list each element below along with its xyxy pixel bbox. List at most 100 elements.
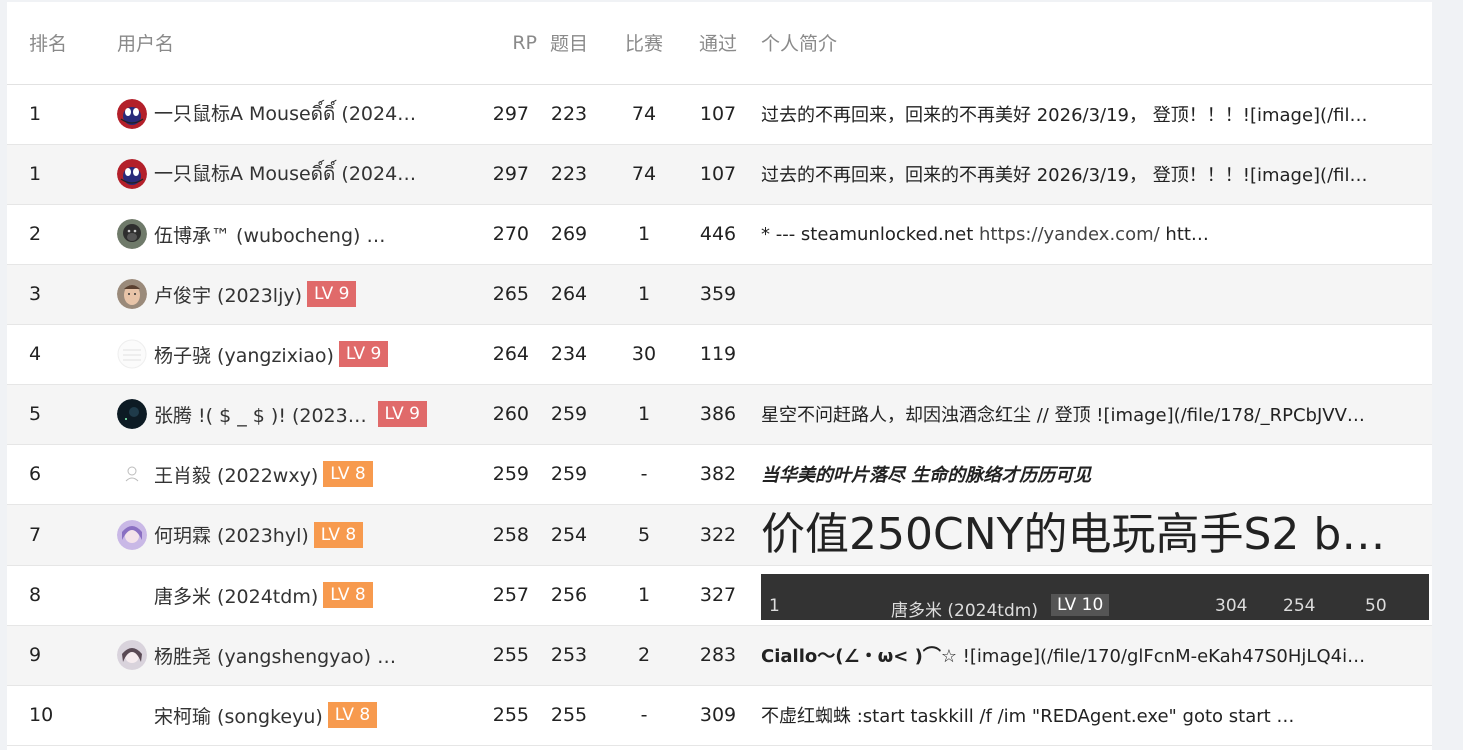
username-link[interactable]: 唐多米 (2024tdm): [154, 582, 318, 609]
bio-text: 星空不问赶路人，却因浊酒念红尘 // 登顶 ![image](/file/178…: [761, 405, 1365, 426]
bio-text: 价值250CNY的电玩高手S2 b…: [761, 508, 1386, 560]
table-row: 2 伍博承™ (wubocheng) … 270 269 1 446 * ---…: [7, 204, 1432, 264]
passed-cell: 283: [699, 644, 737, 666]
face-avatar[interactable]: [117, 279, 147, 309]
passed-cell: 107: [699, 163, 737, 185]
table-body: 1 一只鼠标A Mouseดิ์ดิ์ (2024… 297 223 74 10…: [7, 84, 1432, 745]
passed-cell: 327: [699, 584, 737, 606]
rp-cell: 260: [492, 403, 529, 425]
contests-cell: 1: [637, 403, 651, 425]
ranking-panel: 排名 用户名 RP 题目 比赛 通过 个人简介 1 一只鼠标A Mouseดิ์…: [7, 2, 1432, 750]
header-problems[interactable]: 题目: [537, 2, 601, 85]
contests-cell: -: [640, 704, 648, 726]
problems-cell: 264: [550, 283, 588, 305]
contests-cell: 1: [637, 283, 651, 305]
table-row: 8 唐多米 (2024tdm) LV 8 257 256 1 327 1 唐多米…: [7, 565, 1432, 625]
username-link[interactable]: 宋柯瑜 (songkeyu): [154, 702, 323, 729]
bio-text-part: ![image](/file/170/glFcnM-eKah47S0HjLQ4i…: [956, 646, 1366, 667]
contests-cell: 74: [631, 103, 657, 125]
spiderman-avatar[interactable]: [117, 99, 147, 129]
table-row: 1 一只鼠标A Mouseดิ์ดิ์ (2024… 297 223 74 10…: [7, 144, 1432, 204]
username-link[interactable]: 张腾 !( $ _ $ )! (2023zt): [154, 401, 373, 428]
passed-cell: 446: [699, 223, 737, 245]
rp-cell: 297: [492, 163, 529, 185]
username-link[interactable]: 一只鼠标A Mouseดิ์ดิ์ (2024…: [154, 99, 416, 129]
bio-embedded-image: 1 唐多米 (2024tdm) LV 10 304 254 50: [761, 573, 1429, 621]
contests-cell: 30: [631, 343, 657, 365]
blank-avatar[interactable]: [117, 339, 147, 369]
passed-cell: 309: [699, 704, 737, 726]
rank-cell: 3: [29, 283, 42, 305]
sketch-avatar[interactable]: [117, 459, 147, 489]
passed-cell: 359: [699, 283, 737, 305]
rank-cell: 5: [29, 403, 42, 425]
contests-cell: 1: [637, 223, 651, 245]
bio-text: 不虚红蜘蛛 :start taskkill /f /im "REDAgent.e…: [761, 706, 1295, 727]
username-link[interactable]: 一只鼠标A Mouseดิ์ดิ์ (2024…: [154, 159, 416, 189]
rank-cell: 4: [29, 343, 42, 365]
problems-cell: 259: [550, 403, 588, 425]
username-link[interactable]: 卢俊宇 (2023ljy): [154, 281, 302, 308]
level-badge: LV 9: [307, 281, 357, 307]
bio-text: 当华美的叶片落尽 生命的脉络才历历可见: [761, 465, 1092, 486]
embed-contests: 50: [1365, 595, 1387, 616]
bio-text-part: htt…: [1159, 223, 1209, 245]
bio-link[interactable]: https://yandex.com/: [979, 224, 1160, 245]
problems-cell: 256: [550, 584, 588, 606]
header-bio: 个人简介: [749, 2, 1432, 85]
empty-avatar[interactable]: [117, 700, 147, 730]
spiderman-avatar[interactable]: [117, 159, 147, 189]
bio-text: Ciallo～(∠・ω< )⌒☆ ![image](/file/170/glFc…: [761, 642, 1406, 668]
embed-problems: 254: [1283, 595, 1316, 616]
table-row: 10 宋柯瑜 (songkeyu) LV 8 255 255 - 309 不虚红…: [7, 685, 1432, 745]
anime2-avatar[interactable]: [117, 640, 147, 670]
embed-level-badge: LV 10: [1051, 593, 1110, 616]
contests-cell: 1: [637, 584, 651, 606]
table-row: 9 杨胜尧 (yangshengyao) … 255 253 2 283 Cia…: [7, 625, 1432, 685]
rank-cell: 2: [29, 223, 42, 245]
dark-avatar[interactable]: [117, 399, 147, 429]
contests-cell: -: [640, 463, 648, 485]
header-contests[interactable]: 比赛: [601, 2, 687, 85]
table-header: 排名 用户名 RP 题目 比赛 通过 个人简介: [7, 2, 1432, 85]
problems-cell: 223: [550, 163, 588, 185]
rp-cell: 259: [492, 463, 529, 485]
passed-cell: 382: [699, 463, 737, 485]
bio-text: 过去的不再回来，回来的不再美好 2026/3/19， 登顶！！！![image]…: [761, 105, 1368, 126]
passed-cell: 386: [699, 403, 737, 425]
username-link[interactable]: 王肖毅 (2022wxy): [154, 461, 318, 488]
bio-text: 过去的不再回来，回来的不再美好 2026/3/19， 登顶！！！![image]…: [761, 165, 1368, 186]
username-link[interactable]: 杨子骁 (yangzixiao): [154, 341, 334, 368]
level-badge: LV 8: [313, 521, 364, 548]
rank-cell: 7: [29, 523, 42, 546]
rank-cell: 10: [29, 704, 54, 726]
header-rank[interactable]: 排名: [7, 2, 105, 85]
rank-cell: 1: [29, 163, 42, 185]
rp-cell: 255: [492, 644, 529, 666]
level-badge: LV 8: [323, 461, 373, 487]
contests-cell: 2: [637, 644, 651, 666]
rank-cell: 9: [29, 644, 42, 666]
embed-user: 唐多米 (2024tdm): [891, 600, 1038, 621]
table-row: 3 卢俊宇 (2023ljy) LV 9 265 264 1 359: [7, 264, 1432, 324]
rp-cell: 270: [492, 223, 529, 245]
problems-cell: 259: [550, 463, 588, 485]
passed-cell: 119: [699, 343, 737, 365]
level-badge: LV 8: [323, 582, 373, 608]
username-link[interactable]: 伍博承™ (wubocheng) …: [154, 221, 385, 248]
rp-cell: 264: [492, 343, 529, 365]
anime-avatar[interactable]: [117, 519, 147, 550]
rank-cell: 1: [29, 103, 42, 125]
rp-cell: 257: [492, 584, 529, 606]
gorilla-avatar[interactable]: [117, 219, 147, 249]
header-passed[interactable]: 通过: [687, 2, 749, 85]
empty-avatar[interactable]: [117, 580, 147, 610]
username-link[interactable]: 何玥霖 (2023hyl): [154, 521, 309, 548]
rank-cell: 8: [29, 584, 42, 606]
rp-cell: 265: [492, 283, 529, 305]
username-link[interactable]: 杨胜尧 (yangshengyao) …: [154, 642, 396, 669]
header-rp[interactable]: RP: [463, 2, 537, 85]
bio-text-part: Ciallo～(∠・ω< )⌒☆: [761, 646, 957, 667]
rank-cell: 6: [29, 463, 42, 485]
ranking-table: 排名 用户名 RP 题目 比赛 通过 个人简介 1 一只鼠标A Mouseดิ์…: [7, 2, 1432, 746]
